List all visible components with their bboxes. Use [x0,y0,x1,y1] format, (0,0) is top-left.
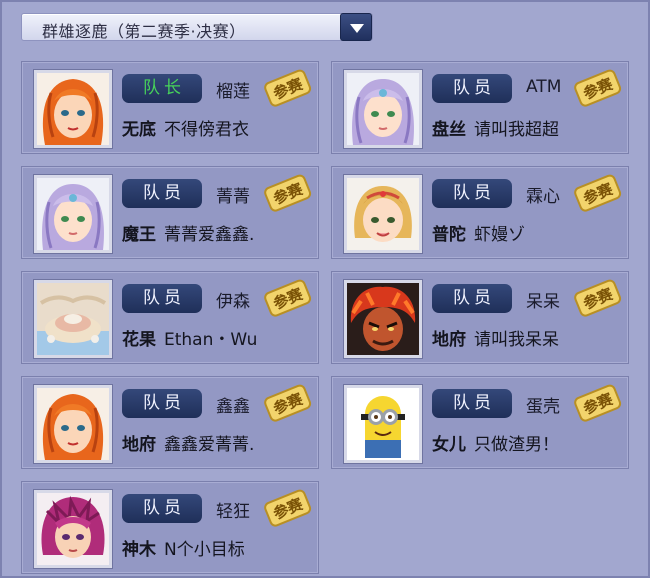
member-name: 只做渣男！ [474,435,559,455]
member-nickname: 呆呆 [526,292,560,312]
role-pill: 队员 [432,179,512,208]
member-name: 菁菁爱鑫鑫. [164,225,255,245]
member-name: 请叫我超超 [474,120,559,140]
member-avatar [343,384,423,464]
member-nickname: 伊森 [216,292,250,312]
member-card[interactable]: 队员 菁菁 魔王 菁菁爱鑫鑫. 参赛 [21,166,319,259]
participant-badge-icon: 参赛 [574,384,622,422]
member-avatar [343,174,423,254]
role-pill: 队长 [122,74,202,103]
member-server: 无底 [122,120,156,140]
participant-badge-icon: 参赛 [264,489,312,527]
member-info: 花果 Ethan・Wu [122,325,257,350]
member-name: 不得傍君衣 [164,120,249,140]
member-card[interactable]: 队员 轻狂 神木 N个小目标 参赛 [21,481,319,574]
purple-hair-avatar [347,73,419,145]
participant-badge-icon: 参赛 [264,279,312,317]
member-card[interactable]: 队员 伊森 花果 Ethan・Wu 参赛 [21,271,319,364]
member-nickname: 蛋壳 [526,397,560,417]
member-info: 女儿 只做渣男！ [432,430,559,455]
member-info: 无底 不得傍君衣 [122,115,249,140]
member-card[interactable]: 队员 蛋壳 女儿 只做渣男！ 参赛 [331,376,629,469]
member-nickname: 鑫鑫 [216,397,250,417]
role-pill: 队员 [122,179,202,208]
participant-badge-icon: 参赛 [264,69,312,107]
role-pill: 队员 [432,389,512,418]
orange-hair-avatar [37,388,109,460]
member-avatar [33,384,113,464]
member-card[interactable]: 队员 霖心 普陀 虾嫚ゾ 参赛 [331,166,629,259]
role-pill: 队员 [122,284,202,313]
member-name: N个小目标 [164,540,245,560]
member-server: 普陀 [432,225,466,245]
member-server: 女儿 [432,435,466,455]
season-dropdown-label: 群雄逐鹿（第二赛季·决赛） [42,22,246,41]
magenta-hair-avatar [37,493,109,565]
purple-hair-avatar [37,178,109,250]
member-avatar [33,69,113,149]
member-avatar [343,279,423,359]
member-server: 地府 [432,330,466,350]
member-avatar [33,174,113,254]
role-pill: 队员 [432,74,512,103]
member-nickname: ATM [526,77,562,97]
member-card[interactable]: 队员 呆呆 地府 请叫我呆呆 参赛 [331,271,629,364]
team-panel: 群雄逐鹿（第二赛季·决赛） 队长 榴莲 无底 不得傍君衣 参赛 队员 ATM 盘… [0,0,650,578]
member-server: 魔王 [122,225,156,245]
red-demon-avatar [347,283,419,355]
member-avatar [33,279,113,359]
member-info: 地府 请叫我呆呆 [432,325,559,350]
member-info: 盘丝 请叫我超超 [432,115,559,140]
dropdown-toggle-button[interactable] [340,13,372,41]
member-info: 魔王 菁菁爱鑫鑫. [122,220,254,245]
member-server: 神木 [122,540,156,560]
member-name: 鑫鑫爱菁菁. [164,435,255,455]
member-avatar [343,69,423,149]
orange-hair-avatar [37,73,109,145]
blonde-tiara-avatar [347,178,419,250]
member-nickname: 榴莲 [216,82,250,102]
participant-badge-icon: 参赛 [574,174,622,212]
member-avatar [33,489,113,569]
member-name: 请叫我呆呆 [474,330,559,350]
member-nickname: 霖心 [526,187,560,207]
member-card[interactable]: 队长 榴莲 无底 不得傍君衣 参赛 [21,61,319,154]
member-info: 神木 N个小目标 [122,535,245,560]
role-pill: 队员 [122,494,202,523]
member-name: 虾嫚ゾ [474,225,525,245]
minion-avatar [347,388,419,460]
member-card[interactable]: 队员 ATM 盘丝 请叫我超超 参赛 [331,61,629,154]
member-nickname: 菁菁 [216,187,250,207]
season-dropdown[interactable]: 群雄逐鹿（第二赛季·决赛） [21,13,373,41]
member-info: 普陀 虾嫚ゾ [432,220,525,245]
chevron-down-icon [350,24,364,33]
member-server: 花果 [122,330,156,350]
landscape-avatar [37,283,109,355]
member-server: 地府 [122,435,156,455]
role-pill: 队员 [122,389,202,418]
member-info: 地府 鑫鑫爱菁菁. [122,430,254,455]
member-name: Ethan・Wu [164,330,258,350]
member-nickname: 轻狂 [216,502,250,522]
participant-badge-icon: 参赛 [574,279,622,317]
member-server: 盘丝 [432,120,466,140]
participant-badge-icon: 参赛 [264,384,312,422]
member-card[interactable]: 队员 鑫鑫 地府 鑫鑫爱菁菁. 参赛 [21,376,319,469]
role-pill: 队员 [432,284,512,313]
participant-badge-icon: 参赛 [264,174,312,212]
participant-badge-icon: 参赛 [574,69,622,107]
